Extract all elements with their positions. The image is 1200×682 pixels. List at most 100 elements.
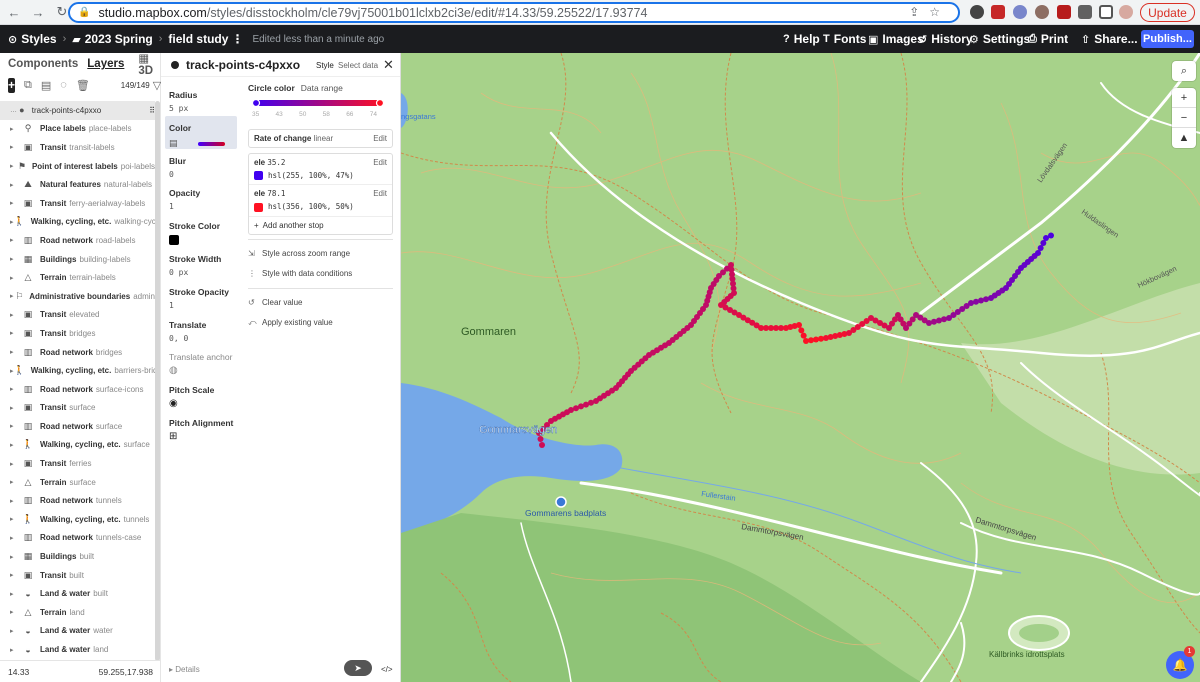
layer-item[interactable]: ▸ ◒ Land & water built: [0, 584, 155, 603]
expand-caret-icon[interactable]: ▸: [10, 515, 22, 523]
tab-layers[interactable]: Layers: [87, 58, 124, 70]
layer-title[interactable]: track-points-c4pxxo: [186, 58, 300, 72]
prop-blur[interactable]: Blur 0: [165, 149, 237, 182]
swimming-poi-icon[interactable]: [555, 496, 567, 508]
layer-item[interactable]: ▸ ◒ Land & water land: [0, 640, 155, 659]
history-button[interactable]: ↺ History: [918, 32, 973, 46]
layer-item[interactable]: ▸ ⚐ Administrative boundaries admin: [0, 287, 155, 306]
layer-item[interactable]: ▸ ⛰ Natural features natural-labels: [0, 175, 155, 194]
layer-item[interactable]: ▸ ▣ Transit elevated: [0, 306, 155, 325]
layer-item[interactable]: ▸ △ Terrain land: [0, 603, 155, 622]
filter-icon[interactable]: ▽: [153, 79, 161, 92]
prop-translate[interactable]: Translate 0, 0: [165, 313, 237, 346]
prop-stroke-width[interactable]: Stroke Width 0 px: [165, 247, 237, 280]
layer-item[interactable]: ▸🚶Walking, cycling, etc.walking-cycling: [0, 213, 155, 232]
publish-button[interactable]: Publish...: [1141, 30, 1194, 48]
layer-item[interactable]: ▸ ▣ Transit built: [0, 566, 155, 585]
expand-caret-icon[interactable]: ▸: [10, 329, 22, 337]
expand-caret-icon[interactable]: ▸: [10, 255, 22, 263]
expand-caret-icon[interactable]: ▸: [10, 646, 22, 654]
layer-item[interactable]: ▸ ⚑ Point of interest labels poi-labels: [0, 157, 155, 176]
stop-edit-button[interactable]: Edit: [373, 189, 387, 198]
hide-icon[interactable]: ◌: [60, 79, 67, 91]
prop-radius[interactable]: Radius 5 px: [165, 83, 237, 116]
extension-badge-icon[interactable]: [1057, 5, 1071, 19]
layer-item[interactable]: ▸ ⚲ Place labels place-labels: [0, 120, 155, 139]
back-icon[interactable]: ←: [4, 5, 24, 20]
puzzle-icon[interactable]: [1078, 5, 1092, 19]
layer-item[interactable]: ▸ ▣ Transit surface: [0, 399, 155, 418]
expand-caret-icon[interactable]: ▸: [10, 534, 22, 542]
expand-caret-icon[interactable]: ▸: [10, 143, 22, 151]
data-range-tab[interactable]: Data range: [301, 83, 343, 93]
expand-caret-icon[interactable]: ▸: [10, 441, 22, 449]
add-layer-button[interactable]: +: [8, 77, 16, 93]
stop-row[interactable]: ele 35.2 Edit hsl(255, 100%, 47%): [249, 154, 392, 186]
layer-item[interactable]: ▸🚶Walking, cycling, etc.barriers-bridge: [0, 361, 155, 380]
layer-item[interactable]: ▸ ▦ Buildings built: [0, 547, 155, 566]
expand-caret-icon[interactable]: ▸: [10, 608, 22, 616]
style-name[interactable]: field study ⋮: [168, 32, 243, 46]
sidepanel-icon[interactable]: [1099, 5, 1113, 19]
clear-value-button[interactable]: ↺ Clear value: [248, 293, 393, 313]
layer-item[interactable]: ▸ ▣ Transit bridges: [0, 324, 155, 343]
prop-stroke-opacity[interactable]: Stroke Opacity 1: [165, 280, 237, 313]
group-icon[interactable]: ▤: [41, 79, 51, 92]
layer-item[interactable]: … ● track-points-c4pxxo ⠿: [0, 101, 155, 120]
expand-caret-icon[interactable]: ▸: [10, 181, 22, 189]
zoom-in-button[interactable]: +: [1172, 88, 1196, 108]
layer-item[interactable]: ▸ ▥ Road network surface: [0, 417, 155, 436]
prop-opacity[interactable]: Opacity 1: [165, 181, 237, 214]
search-icon[interactable]: ⌕: [1172, 61, 1196, 81]
avatar[interactable]: [1119, 5, 1133, 19]
prop-pitch-alignment[interactable]: Pitch Alignment ⊞: [165, 411, 237, 444]
expand-caret-icon[interactable]: ▸: [10, 236, 22, 244]
styles-link[interactable]: ⊙ Styles: [8, 32, 57, 46]
layer-item[interactable]: ▸ ▣ Transit transit-labels: [0, 138, 155, 157]
folder-link[interactable]: ▰ 2023 Spring: [72, 32, 153, 46]
compass-button[interactable]: ▲: [1172, 128, 1196, 148]
gradient-slider[interactable]: [248, 97, 388, 109]
layer-item[interactable]: ▸ 🚶 Walking, cycling, etc. surface: [0, 436, 155, 455]
expand-caret-icon[interactable]: ▸: [10, 385, 22, 393]
tab-components[interactable]: Components: [8, 58, 78, 70]
tab-style[interactable]: Style: [316, 61, 334, 70]
expand-caret-icon[interactable]: ▸: [10, 125, 22, 133]
zoom-out-button[interactable]: −: [1172, 108, 1196, 128]
extension-brown-icon[interactable]: [1035, 5, 1049, 19]
extension-eye-icon[interactable]: [970, 5, 984, 19]
rate-edit-button[interactable]: Edit: [373, 134, 387, 143]
extension-red-icon[interactable]: [991, 5, 1005, 19]
settings-button[interactable]: ⚙ Settings: [969, 32, 1030, 46]
expand-caret-icon[interactable]: ▸: [10, 478, 22, 486]
stop-row[interactable]: ele 78.1 Edit hsl(356, 100%, 50%): [249, 185, 392, 217]
layer-item[interactable]: ▸ ▥ Road network tunnels-case: [0, 529, 155, 548]
share-button[interactable]: ⇧ Share...: [1081, 32, 1138, 46]
expand-caret-icon[interactable]: ▸: [10, 571, 22, 579]
layer-item[interactable]: ▸ △ Terrain terrain-labels: [0, 268, 155, 287]
select-tool-button[interactable]: ➤: [344, 660, 372, 676]
expand-caret-icon[interactable]: …: [10, 107, 18, 114]
expand-caret-icon[interactable]: ▸: [10, 274, 22, 282]
expand-caret-icon[interactable]: ▸: [10, 311, 22, 319]
expand-caret-icon[interactable]: ▸: [10, 162, 18, 170]
images-button[interactable]: ▣ Images: [868, 32, 924, 46]
layer-item[interactable]: ▸ ▦ Buildings building-labels: [0, 250, 155, 269]
stop-edit-button[interactable]: Edit: [373, 158, 387, 167]
expand-caret-icon[interactable]: ▸: [10, 590, 22, 598]
layer-item[interactable]: ▸ ▥ Road network bridges: [0, 343, 155, 362]
layer-item[interactable]: ▸ ▣ Transit ferry-aerialway-labels: [0, 194, 155, 213]
layer-item[interactable]: ▸ ◒ Land & water water: [0, 622, 155, 641]
apply-value-button[interactable]: ⤺ Apply existing value: [248, 313, 393, 333]
forward-icon[interactable]: →: [28, 5, 48, 20]
layer-item[interactable]: ▸ △ Terrain surface: [0, 473, 155, 492]
expand-caret-icon[interactable]: ▸: [10, 199, 22, 207]
update-button[interactable]: Update: [1140, 3, 1195, 22]
duplicate-icon[interactable]: ⧉: [24, 79, 32, 92]
print-button[interactable]: ⎙ Print: [1028, 32, 1068, 46]
data-conditions-button[interactable]: ⋮ Style with data conditions: [248, 264, 393, 284]
expand-caret-icon[interactable]: ▸: [10, 627, 22, 635]
layer-scrollbar[interactable]: [155, 101, 160, 661]
prop-color[interactable]: Color ▤: [165, 115, 237, 149]
add-stop-button[interactable]: + Add another stop: [249, 217, 392, 234]
